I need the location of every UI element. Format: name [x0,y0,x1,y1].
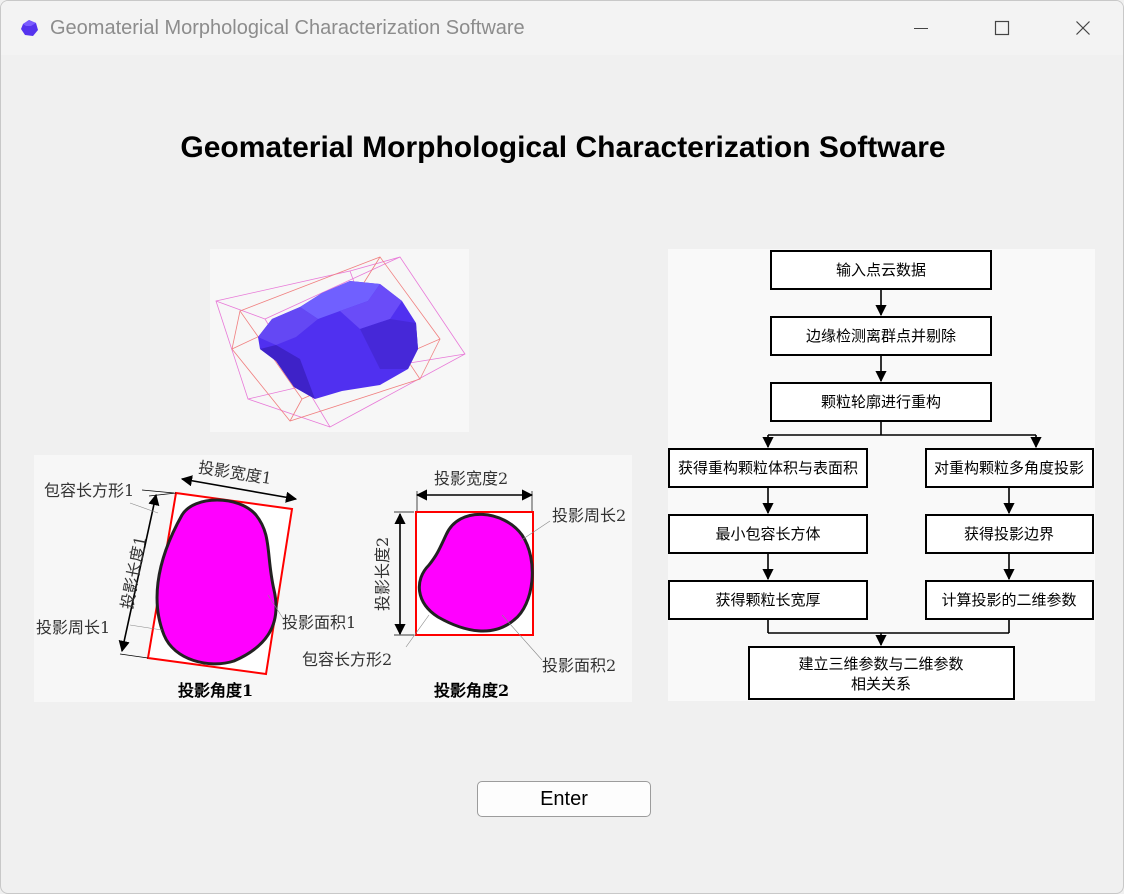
left-caption: 投影角度1 [178,681,253,700]
projection-diagram: 投影宽度1 包容长方形1 投影长度1 投影周长1 投影面积1 投影角度1 投影宽… [34,455,632,702]
flow-step-reconstruct: 颗粒轮廓进行重构 [821,393,941,411]
page-heading: Geomaterial Morphological Characterizati… [180,131,946,164]
maximize-button[interactable] [982,11,1022,45]
right-area-label: 投影面积2 [542,656,616,675]
flow-right-projection: 对重构颗粒多角度投影 [934,459,1084,477]
right-length-label: 投影长度2 [373,537,392,611]
right-width-label: 投影宽度2 [434,469,508,488]
maximize-icon [994,20,1010,36]
window-title: Geomaterial Morphological Characterizati… [50,17,525,39]
flow-left-volume: 获得重构颗粒体积与表面积 [678,459,858,477]
close-icon [1076,21,1090,35]
enter-button[interactable]: Enter [477,781,651,817]
left-box-label: 包容长方形1 [44,481,134,500]
flow-final-line2: 相关关系 [851,675,911,693]
flow-left-box: 最小包容长方体 [715,525,820,543]
minimize-icon [914,28,928,29]
left-perimeter-label: 投影周长1 [36,618,110,637]
flow-step-outlier: 边缘检测离群点并剔除 [806,327,956,345]
flow-final-line1: 建立三维参数与二维参数 [798,655,963,673]
flow-step-input: 输入点云数据 [836,261,926,279]
left-area-label: 投影面积1 [282,613,356,632]
close-button[interactable] [1063,11,1103,45]
right-perimeter-label: 投影周长2 [552,506,626,525]
flow-right-boundary: 获得投影边界 [964,525,1054,543]
right-box-label: 包容长方形2 [302,650,392,669]
flowchart-diagram: 输入点云数据 边缘检测离群点并剔除 颗粒轮廓进行重构 获得重构颗粒体积与表面积 … [668,249,1095,701]
title-bar: Geomaterial Morphological Characterizati… [1,1,1123,55]
minimize-button[interactable] [901,11,941,45]
rock-app-icon [21,20,38,36]
left-length-label: 投影长度1 [117,534,150,610]
app-window: Geomaterial Morphological Characterizati… [0,0,1124,894]
right-caption: 投影角度2 [434,681,509,700]
flow-right-params: 计算投影的二维参数 [941,591,1076,609]
flow-left-dims: 获得颗粒长宽厚 [715,591,820,609]
rock-3d-image [210,249,469,432]
